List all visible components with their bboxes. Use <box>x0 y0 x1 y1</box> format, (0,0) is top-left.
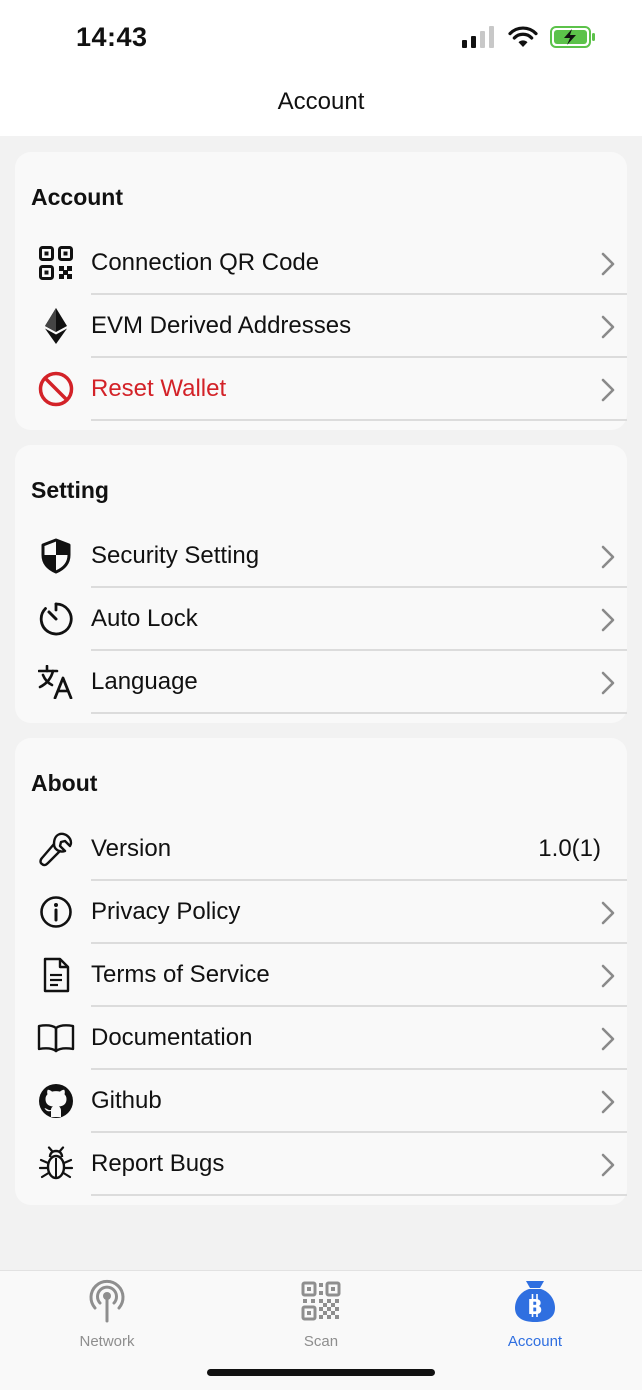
row-connection-qr-code[interactable]: Connection QR Code <box>15 232 627 295</box>
qr-code-icon <box>37 244 75 282</box>
setting-section-card: Setting Security Setting Auto Lock Langu… <box>15 445 627 723</box>
chevron-right-icon <box>601 671 615 695</box>
section-title: Account <box>31 184 123 210</box>
status-time: 14:43 <box>76 22 148 52</box>
page-title: Account <box>277 88 365 115</box>
ethereum-icon <box>37 307 75 345</box>
row-security-setting[interactable]: Security Setting <box>15 525 627 588</box>
tab-label: Scan <box>303 1333 339 1350</box>
account-section-card: Account Connection QR Code EVM Derived A… <box>15 152 627 430</box>
tab-label: Network <box>79 1333 135 1350</box>
bug-icon <box>37 1145 75 1183</box>
divider <box>91 712 627 714</box>
tab-network[interactable]: Network <box>37 1279 177 1350</box>
chevron-right-icon <box>601 964 615 988</box>
nav-bar: Account <box>0 70 642 136</box>
row-privacy-policy[interactable]: Privacy Policy <box>15 881 627 944</box>
section-title: Setting <box>31 477 109 503</box>
row-auto-lock[interactable]: Auto Lock <box>15 588 627 651</box>
row-label: Report Bugs <box>91 1150 225 1177</box>
divider <box>91 419 627 421</box>
chevron-right-icon <box>601 378 615 402</box>
wrench-icon <box>37 830 75 868</box>
shield-icon <box>37 537 75 575</box>
row-version: Version 1.0(1) <box>15 818 627 881</box>
github-icon <box>37 1082 75 1120</box>
about-section-card: About Version 1.0(1) Privacy Policy Term… <box>15 738 627 1205</box>
status-icons <box>462 26 596 48</box>
home-indicator <box>207 1369 435 1376</box>
chevron-right-icon <box>601 901 615 925</box>
status-bar: 14:43 <box>0 0 642 70</box>
row-label: Terms of Service <box>91 961 270 988</box>
chevron-right-icon <box>601 315 615 339</box>
book-icon <box>37 1019 75 1057</box>
row-label: Auto Lock <box>91 605 198 632</box>
divider <box>91 1194 627 1196</box>
row-github[interactable]: Github <box>15 1070 627 1133</box>
row-terms-of-service[interactable]: Terms of Service <box>15 944 627 1007</box>
prohibited-icon <box>37 370 75 408</box>
row-label: Security Setting <box>91 542 260 569</box>
section-title: About <box>31 770 98 796</box>
row-label: Language <box>91 668 198 695</box>
row-language[interactable]: Language <box>15 651 627 714</box>
row-label: Reset Wallet <box>91 375 227 402</box>
chevron-right-icon <box>601 1090 615 1114</box>
wifi-icon <box>508 26 538 47</box>
antenna-icon <box>89 1279 125 1323</box>
row-reset-wallet[interactable]: Reset Wallet <box>15 358 627 421</box>
timer-icon <box>37 600 75 638</box>
row-label: Connection QR Code <box>91 249 320 276</box>
row-report-bugs[interactable]: Report Bugs <box>15 1133 627 1196</box>
tab-label: Account <box>507 1333 563 1350</box>
row-evm-derived-addresses[interactable]: EVM Derived Addresses <box>15 295 627 358</box>
qr-scan-icon <box>301 1281 341 1321</box>
battery-charging-icon <box>550 26 595 48</box>
row-label: Github <box>91 1087 162 1114</box>
row-label: Version <box>91 835 172 862</box>
bitcoin-bag-icon: B <box>515 1281 555 1322</box>
row-label: EVM Derived Addresses <box>91 312 352 339</box>
info-icon <box>37 893 75 931</box>
version-value: 1.0(1) <box>538 835 601 862</box>
chevron-right-icon <box>601 1153 615 1177</box>
document-icon <box>37 956 75 994</box>
chevron-right-icon <box>601 608 615 632</box>
translate-icon <box>37 663 75 701</box>
tab-account[interactable]: B Account <box>465 1279 605 1350</box>
cellular-signal-icon <box>462 26 494 48</box>
tab-scan[interactable]: Scan <box>251 1279 391 1350</box>
chevron-right-icon <box>601 545 615 569</box>
chevron-right-icon <box>601 1027 615 1051</box>
row-documentation[interactable]: Documentation <box>15 1007 627 1070</box>
row-label: Privacy Policy <box>91 898 241 925</box>
svg-text:B: B <box>527 1295 542 1319</box>
row-label: Documentation <box>91 1024 253 1051</box>
chevron-right-icon <box>601 252 615 276</box>
